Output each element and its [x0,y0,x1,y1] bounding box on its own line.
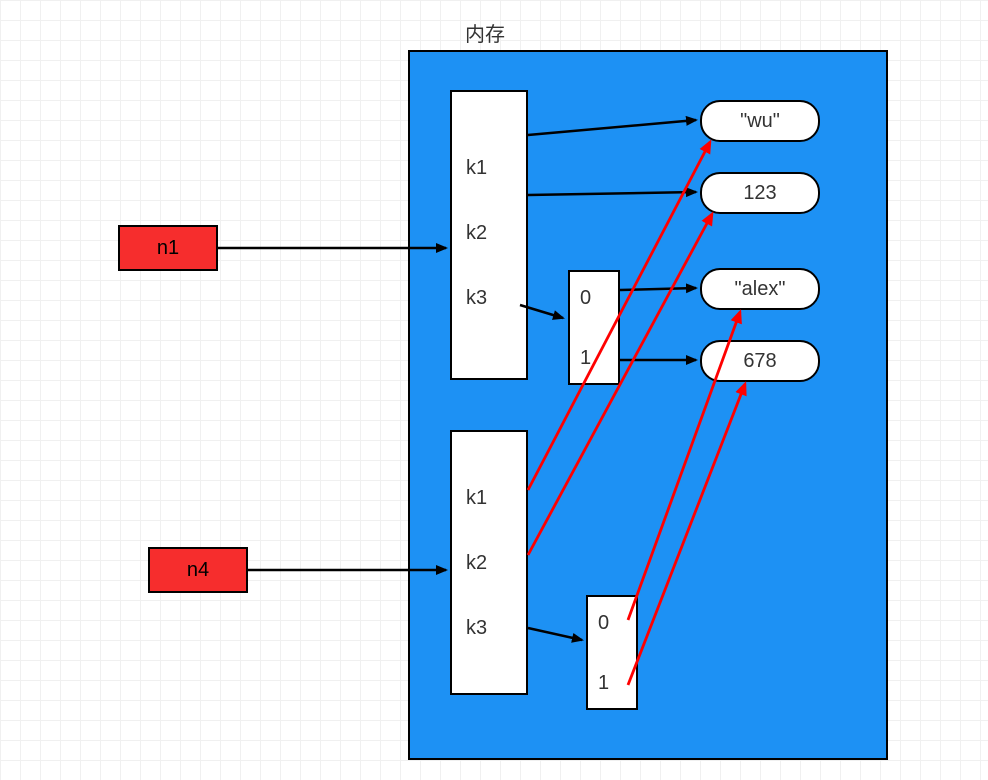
dict2-k3: k3 [466,617,487,640]
list1-index1: 1 [580,347,591,370]
variable-n4: n4 [148,547,248,593]
value-123-label: 123 [743,182,776,205]
memory-title: 内存 [465,18,505,47]
value-wu-label: "wu" [740,110,780,133]
value-678: 678 [700,340,820,382]
dict1-box: k1 k2 k3 [450,90,528,380]
list2-index0: 0 [598,612,609,635]
list2-box: 0 1 [586,595,638,710]
dict2-k1: k1 [466,487,487,510]
variable-n1-label: n1 [157,237,179,260]
value-wu: "wu" [700,100,820,142]
value-alex: "alex" [700,268,820,310]
value-alex-label: "alex" [735,278,786,301]
dict1-k1: k1 [466,157,487,180]
dict2-k2: k2 [466,552,487,575]
diagram-layer: 内存 n1 n4 k1 k2 k3 k1 k2 k3 0 1 0 1 "wu" … [0,0,988,780]
value-678-label: 678 [743,350,776,373]
list1-index0: 0 [580,287,591,310]
variable-n1: n1 [118,225,218,271]
dict2-box: k1 k2 k3 [450,430,528,695]
value-123: 123 [700,172,820,214]
list1-box: 0 1 [568,270,620,385]
list2-index1: 1 [598,672,609,695]
dict1-k2: k2 [466,222,487,245]
variable-n4-label: n4 [187,559,209,582]
dict1-k3: k3 [466,287,487,310]
